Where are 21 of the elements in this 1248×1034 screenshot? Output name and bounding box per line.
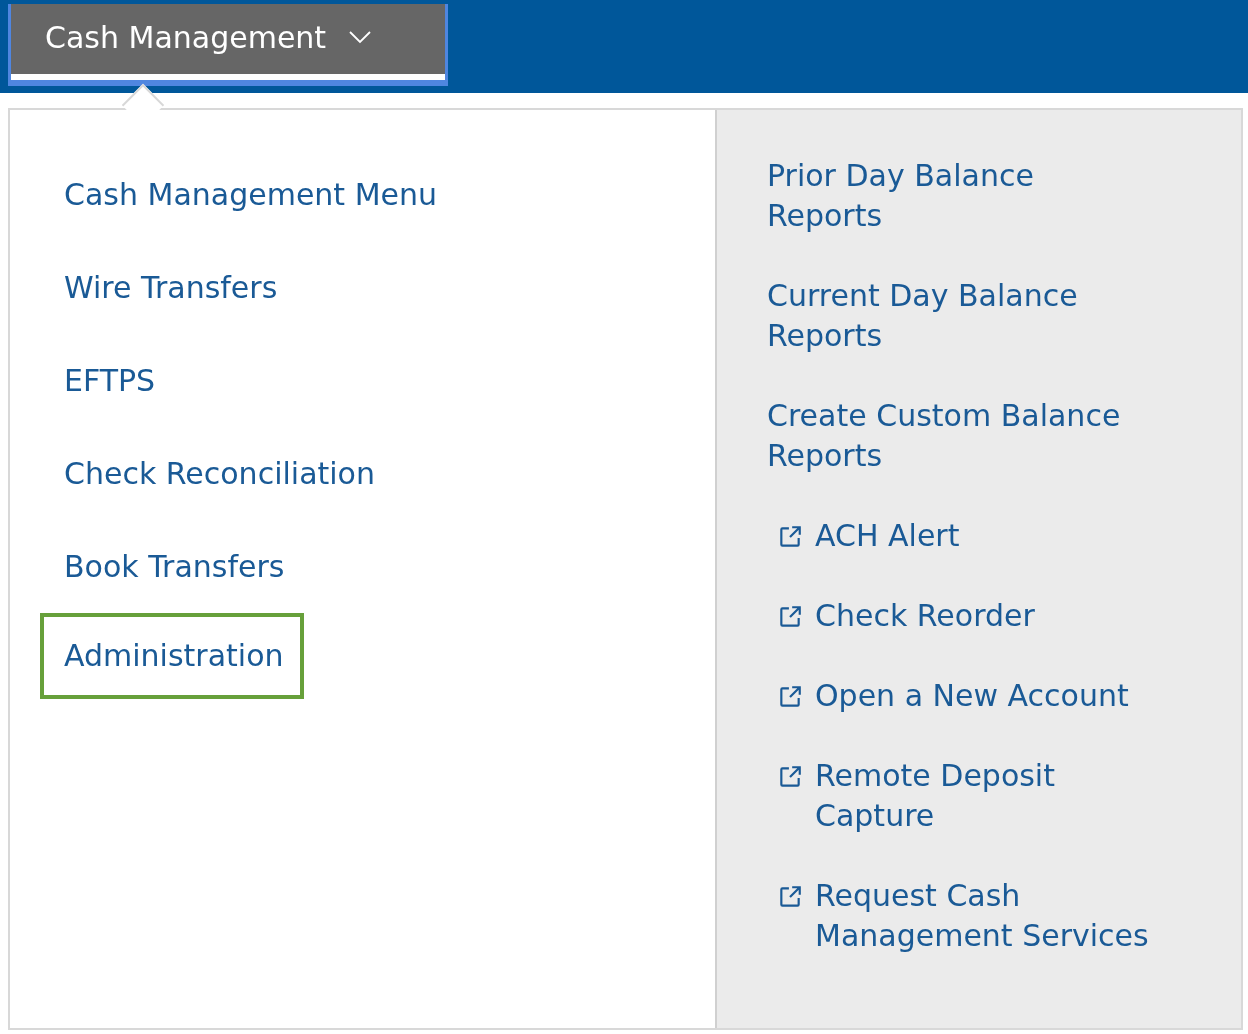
menu-link[interactable]: Check Reorder xyxy=(815,596,1035,636)
menu-link[interactable]: Remote Deposit Capture xyxy=(815,756,1165,836)
external-link-icon xyxy=(777,604,803,630)
external-link-icon xyxy=(777,524,803,550)
menu-link[interactable]: Create Custom Balance Reports xyxy=(767,396,1137,476)
menu-link[interactable]: Wire Transfers xyxy=(40,263,298,313)
external-link-icon xyxy=(777,684,803,710)
menu-link[interactable]: Prior Day Balance Reports xyxy=(767,156,1137,236)
menu-link[interactable]: Book Transfers xyxy=(40,542,305,592)
menu-link[interactable]: Open a New Account xyxy=(815,676,1129,716)
menu-link[interactable]: Check Reconciliation xyxy=(40,449,395,499)
cash-management-tab[interactable]: Cash Management xyxy=(8,4,448,86)
menu-link[interactable]: Current Day Balance Reports xyxy=(767,276,1137,356)
menu-link[interactable]: EFTPS xyxy=(40,356,176,406)
external-link-icon xyxy=(777,884,803,910)
external-link-icon xyxy=(777,764,803,790)
menu-link[interactable]: Cash Management Menu xyxy=(40,170,458,220)
menu-link[interactable]: Request Cash Management Services xyxy=(815,876,1165,956)
chevron-down-icon xyxy=(348,30,373,44)
menu-link[interactable]: ACH Alert xyxy=(815,516,960,556)
menu-link[interactable]: Administration xyxy=(40,613,304,699)
